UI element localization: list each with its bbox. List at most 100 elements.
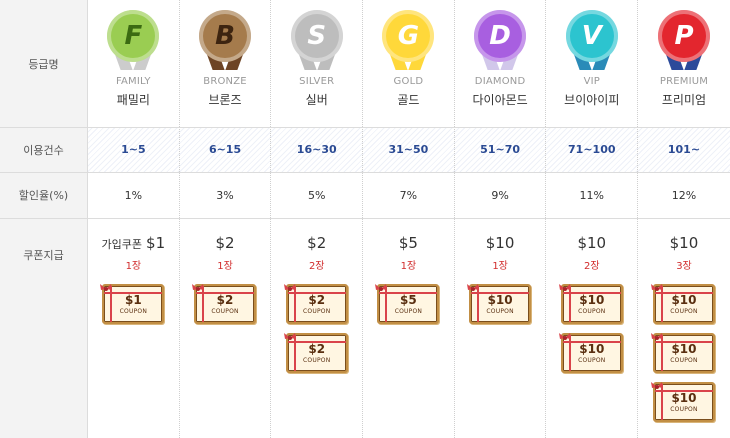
grade-badge: V <box>565 10 618 72</box>
coupon-quantity: 3장 <box>676 261 692 272</box>
coupon-amount: $5 <box>398 234 418 252</box>
grade-name-en: VIP <box>583 76 600 87</box>
grade-row: 등급명 F FAMILY 패밀리 B BRONZE 브론즈 S SILVER 실버 G GOLD 골드… <box>0 0 730 127</box>
discount-cell: 7% <box>363 172 455 218</box>
coupon-amount: $10 <box>669 234 699 252</box>
coupon-ticket-amount: $10 <box>487 292 513 307</box>
coupon-ticket: $10 COUPON <box>650 333 715 373</box>
coupon-quantity: 2장 <box>308 261 325 272</box>
coupon-row: 쿠폰지급 가입쿠폰 $1 1장 $1 COUPON $2 1장 $2 COUPON $2 2장 $2 C… <box>0 218 730 438</box>
coupon-ticket-word: COUPON <box>670 405 698 413</box>
coupon-amount-line: $10 <box>486 234 515 254</box>
coupon-ticket-amount: $10 <box>671 292 697 307</box>
coupon-ticket-word: COUPON <box>303 307 331 315</box>
discount-row: 할인율(%) 1% 3% 5% 7% 9% 11% 12% <box>0 172 730 218</box>
discount-cell: 5% <box>271 172 364 218</box>
count-cell: 1~5 <box>88 127 180 172</box>
count-cell: 6~15 <box>179 127 272 172</box>
grade-name-ko: 패밀리 <box>116 93 150 107</box>
coupon-ticket-amount: $10 <box>579 341 605 356</box>
count-row: 이용건수 1~5 6~15 16~30 31~50 51~70 71~100 101~ <box>0 127 730 172</box>
coupon-amount-line: $2 <box>307 234 326 254</box>
count-cell: 51~70 <box>454 127 547 172</box>
grade-name-ko: 브론즈 <box>208 93 242 107</box>
coupon-ticket-word: COUPON <box>670 356 698 364</box>
bow-icon <box>99 281 113 295</box>
gold-medal-icon: G <box>382 10 435 62</box>
discount-cell: 1% <box>88 172 180 218</box>
grade-cell: S SILVER 실버 <box>271 0 364 127</box>
coupon-label: 쿠폰지급 <box>0 218 88 438</box>
coupon-ticket: $1 COUPON <box>99 281 165 324</box>
discount-cell: 11% <box>546 172 639 218</box>
coupon-ticket-amount: $10 <box>671 341 697 356</box>
coupon-ticket: $10 COUPON <box>558 281 623 324</box>
grade-letter: B <box>215 21 235 51</box>
coupon-amount: $1 <box>146 234 166 252</box>
grade-name-en: FAMILY <box>115 76 151 87</box>
membership-grade-table: 등급명 F FAMILY 패밀리 B BRONZE 브론즈 S SILVER 실버 G GOLD 골드… <box>0 0 730 438</box>
bow-icon <box>558 281 572 295</box>
coupon-ticket-list: $2 COUPON $2 COUPON <box>283 284 348 373</box>
row-divider <box>0 127 730 128</box>
count-cell: 71~100 <box>546 127 639 172</box>
coupon-cell: $10 1장 $10 COUPON <box>455 218 547 438</box>
grade-label: 등급명 <box>0 0 88 127</box>
grade-name-ko: 실버 <box>305 93 328 107</box>
coupon-ticket-list: $10 COUPON $10 COUPON <box>558 281 623 373</box>
grade-name-en: SILVER <box>299 76 335 87</box>
grade-cell: D DIAMOND 다이아몬드 <box>455 0 547 127</box>
coupon-cell: $2 2장 $2 COUPON $2 COUPON <box>271 218 364 438</box>
coupon-cell: $10 3장 $10 COUPON $10 COUPON $10 COUPON <box>638 218 730 438</box>
grade-badge: P <box>657 10 710 72</box>
grade-badge: G <box>382 10 435 72</box>
grade-name-en: PREMIUM <box>659 76 709 87</box>
grade-name-en: GOLD <box>393 76 424 87</box>
grade-badge: F <box>107 10 160 72</box>
bow-icon <box>650 379 664 393</box>
coupon-amount: $10 <box>485 234 515 252</box>
coupon-ticket-word: COUPON <box>578 356 606 364</box>
coupon-ticket-word: COUPON <box>486 307 514 315</box>
bronze-medal-icon: B <box>199 10 252 62</box>
coupon-ticket-word: COUPON <box>211 307 239 315</box>
bow-icon <box>191 281 205 295</box>
coupon-amount: $10 <box>577 234 607 252</box>
coupon-ticket: $10 COUPON <box>650 379 715 422</box>
coupon-ticket: $10 COUPON <box>467 284 532 324</box>
count-cell: 31~50 <box>363 127 455 172</box>
coupon-amount: $2 <box>307 234 327 252</box>
coupon-amount: $2 <box>215 234 235 252</box>
grade-name-en: DIAMOND <box>474 76 526 87</box>
coupon-cell: $5 1장 $5 COUPON <box>363 218 455 438</box>
coupon-ticket: $10 COUPON <box>650 284 715 324</box>
coupon-ticket-word: COUPON <box>578 307 606 315</box>
family-medal-icon: F <box>107 10 160 62</box>
premium-medal-icon: P <box>657 10 710 62</box>
grade-letter: V <box>581 21 602 51</box>
coupon-ticket-word: COUPON <box>303 356 331 364</box>
coupon-ticket-word: COUPON <box>670 307 698 315</box>
coupon-ticket: $2 COUPON <box>283 333 348 373</box>
discount-label: 할인율(%) <box>0 172 88 218</box>
row-divider <box>0 172 730 173</box>
coupon-ticket: $10 COUPON <box>558 333 623 373</box>
discount-cell: 9% <box>455 172 547 218</box>
coupon-ticket-amount: $2 <box>308 341 326 356</box>
coupon-amount-line: $10 <box>577 234 606 254</box>
grade-badge: B <box>199 10 252 72</box>
grade-name-ko: 다이아몬드 <box>472 93 528 107</box>
coupon-ticket-list: $10 COUPON <box>467 284 532 324</box>
grade-letter: G <box>397 21 420 51</box>
count-cell: 16~30 <box>271 127 364 172</box>
silver-medal-icon: S <box>290 10 343 62</box>
coupon-quantity: 1장 <box>217 261 233 272</box>
coupon-ticket-amount: $10 <box>579 292 605 307</box>
grade-badge: D <box>474 10 527 72</box>
coupon-ticket-amount: $10 <box>671 390 697 405</box>
coupon-ticket: $2 COUPON <box>283 284 348 324</box>
vip-medal-icon: V <box>565 10 618 62</box>
grade-name-ko: 브이아이피 <box>564 93 620 107</box>
coupon-ticket: $2 COUPON <box>191 281 257 324</box>
grade-letter: S <box>307 21 327 51</box>
